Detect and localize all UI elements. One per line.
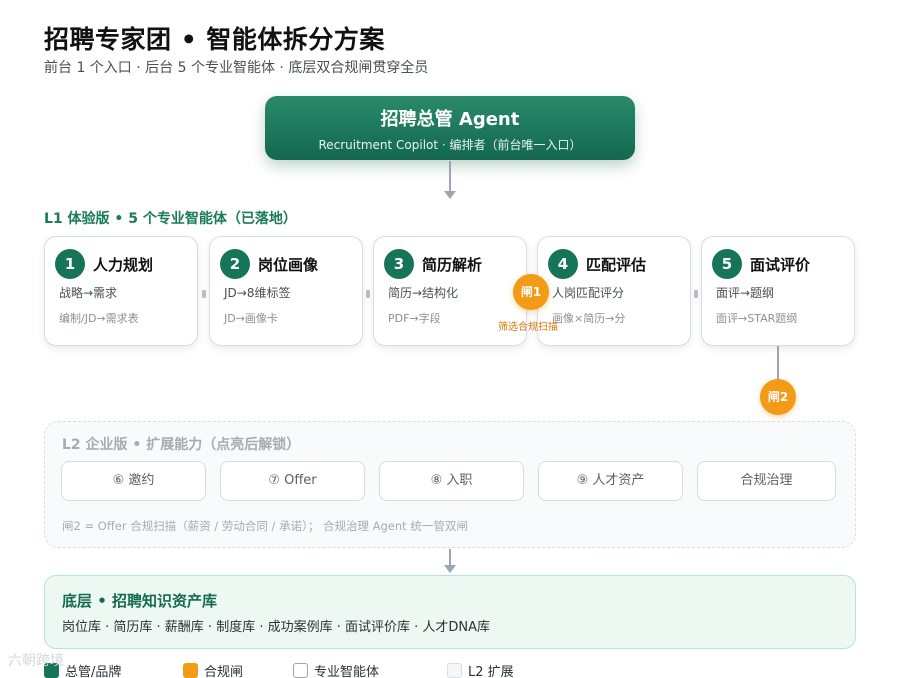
legend-item-agent: 专业智能体	[293, 661, 379, 678]
page-subtitle: 前台 1 个入口 · 后台 5 个专业智能体 · 底层双合规闸贯穿全员	[44, 60, 429, 76]
card-io: 画像×简历→分	[552, 312, 626, 325]
card-description: 简历→结构化	[388, 286, 459, 300]
l2-item-onboarding: ⑧ 入职	[379, 461, 524, 501]
legend-swatch-light	[447, 663, 462, 678]
legend-swatch-white	[293, 663, 308, 678]
card-title: 匹配评估	[586, 256, 647, 274]
watermark: 六朝跨境	[8, 653, 64, 669]
card-title: 人力规划	[93, 256, 154, 274]
legend-item-gate: 合规闸	[183, 661, 243, 678]
card-number-badge: 1	[55, 249, 85, 279]
card-number-badge: 5	[712, 249, 742, 279]
agent-card-2: 2 岗位画像 JD→8维标签 JD→画像卡	[209, 236, 363, 346]
card-number-badge: 4	[548, 249, 578, 279]
agent-card-1: 1 人力规划 战略→需求 编制/JD→需求表	[44, 236, 198, 346]
l1-section-title: L1 体验版 • 5 个专业智能体（已落地）	[44, 211, 297, 227]
agent-card-5: 5 面试评价 面评→题纲 面评→STAR题纲	[701, 236, 855, 346]
gate-2-connector	[777, 346, 779, 380]
card-io: 面评→STAR题纲	[716, 312, 798, 325]
knowledge-base-items: 岗位库 · 简历库 · 薪酬库 · 制度库 · 成功案例库 · 面试评价库 · …	[62, 620, 491, 635]
l2-down-arrow-line	[449, 549, 451, 565]
card-description: 面评→题纲	[716, 286, 775, 300]
legend-swatch-orange	[183, 663, 198, 678]
hub-title: 招聘总管 Agent	[380, 109, 520, 130]
legend-label: 合规闸	[204, 665, 244, 678]
card-title: 岗位画像	[258, 256, 319, 274]
hub-subtitle: Recruitment Copilot · 编排者（前台唯一入口）	[318, 138, 582, 152]
card-description: 战略→需求	[59, 286, 118, 300]
l2-item-compliance: 合规治理	[697, 461, 836, 501]
page-title: 招聘专家团 • 智能体拆分方案	[44, 25, 385, 54]
agent-card-4: 4 匹配评估 人岗匹配评分 画像×简历→分	[537, 236, 691, 346]
knowledge-base-title: 底层 • 招聘知识资产库	[62, 592, 218, 610]
hub-down-arrow-line	[449, 161, 451, 191]
hub-down-arrow-head	[444, 191, 456, 199]
card-io: PDF→字段	[388, 312, 441, 325]
legend-item-l2: L2 扩展	[447, 661, 514, 678]
legend-label: L2 扩展	[468, 665, 514, 678]
l2-note: 闸2 = Offer 合规扫描（薪资 / 劳动合同 / 承诺）； 合规治理 Ag…	[62, 519, 468, 533]
card-title: 面试评价	[750, 256, 811, 274]
gate-1-caption: 筛选合规扫描	[498, 322, 558, 333]
card-number-badge: 2	[220, 249, 250, 279]
card-number-badge: 3	[384, 249, 414, 279]
l2-item-invite: ⑥ 邀约	[61, 461, 206, 501]
legend-label: 总管/品牌	[65, 665, 122, 678]
card-description: JD→8维标签	[224, 286, 291, 300]
card-connector	[694, 290, 698, 298]
l2-section-title: L2 企业版 • 扩展能力（点亮后解锁）	[62, 437, 301, 453]
l2-item-talent-assets: ⑨ 人才资产	[538, 461, 683, 501]
legend-label: 专业智能体	[314, 665, 380, 678]
card-io: 编制/JD→需求表	[59, 312, 139, 325]
l2-down-arrow-head	[444, 565, 456, 573]
card-description: 人岗匹配评分	[552, 286, 625, 300]
card-title: 简历解析	[422, 256, 483, 274]
card-io: JD→画像卡	[224, 312, 278, 325]
l2-item-offer: ⑦ Offer	[220, 461, 365, 501]
gate-1-badge: 闸1	[513, 274, 549, 310]
gate-2-badge: 闸2	[760, 379, 796, 415]
card-connector	[366, 290, 370, 298]
knowledge-base-box	[44, 575, 856, 649]
hub-agent-box: 招聘总管 Agent Recruitment Copilot · 编排者（前台唯…	[265, 96, 635, 160]
card-connector	[202, 290, 206, 298]
